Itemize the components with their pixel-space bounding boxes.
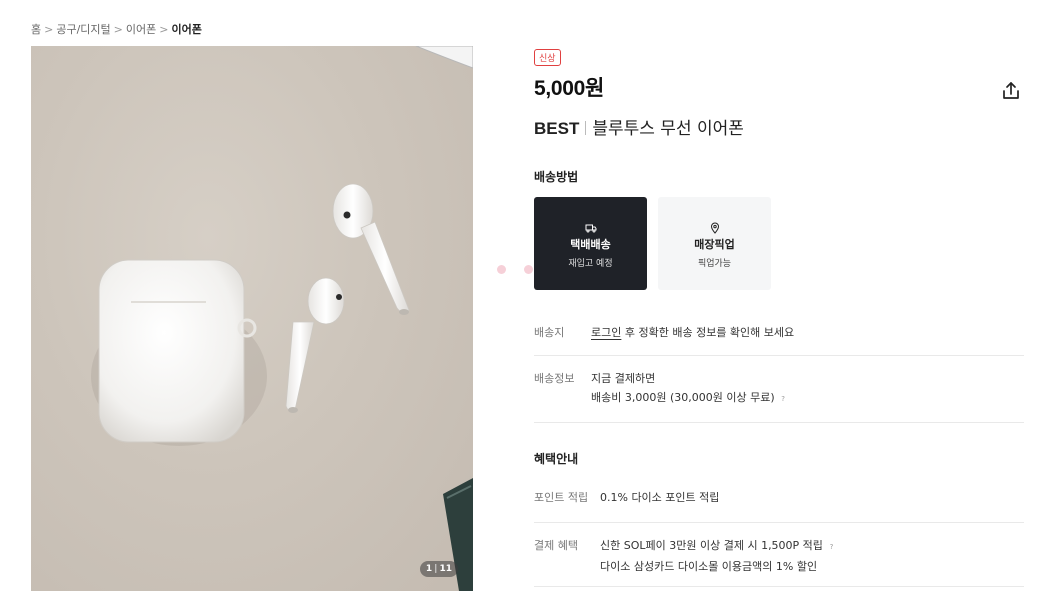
shipping-info-row: 배송정보 지금 결제하면 배송비 3,000원 (30,000원 이상 무료) … (534, 356, 1024, 423)
shipping-info-value: 지금 결제하면 배송비 3,000원 (30,000원 이상 무료) ? (591, 369, 788, 409)
login-link[interactable]: 로그인 (591, 326, 621, 339)
product-info-panel: 신상 5,000원 BEST 블루투스 무선 이어폰 배송방법 택배배송 재입고 … (534, 46, 1024, 587)
benefits-heading: 혜택안내 (534, 452, 579, 466)
image-counter-divider: | (434, 564, 438, 574)
points-label: 포인트 적립 (534, 491, 589, 504)
shipping-method-heading: 배송방법 (534, 170, 579, 184)
breadcrumb-separator: > (159, 23, 169, 36)
breadcrumb-current: 이어폰 (171, 23, 202, 36)
shipping-options: 택배배송 재입고 예정 매장픽업 픽업가능 (534, 197, 1024, 290)
product-photo (91, 46, 473, 591)
location-pin-icon (709, 219, 721, 234)
truck-icon (585, 219, 597, 232)
product-brand: BEST (534, 119, 580, 138)
option-name: 택배배송 (570, 237, 611, 251)
carousel-dot[interactable] (497, 265, 506, 274)
points-row: 포인트 적립 0.1% 다이소 포인트 적립 (534, 488, 1024, 523)
shipping-fee-text: 배송비 3,000원 (30,000원 이상 무료) (591, 391, 775, 404)
shipping-address-row: 배송지 로그인 후 정확한 배송 정보를 확인해 보세요 (534, 323, 1024, 356)
breadcrumb-separator: > (113, 23, 123, 36)
product-image-gallery[interactable]: 1 | 11 (31, 46, 473, 591)
option-store-pickup[interactable]: 매장픽업 픽업가능 (658, 197, 771, 290)
title-divider (585, 121, 587, 135)
payment-benefit-line1: 신한 SOL페이 3만원 이상 결제 시 1,500P 적립 (600, 539, 823, 552)
option-name: 매장픽업 (694, 237, 735, 251)
payment-benefit-value: 신한 SOL페이 3만원 이상 결제 시 1,500P 적립 ? 다이소 삼성카… (600, 536, 836, 576)
shipping-address-value: 로그인 후 정확한 배송 정보를 확인해 보세요 (591, 323, 794, 342)
option-parcel-delivery[interactable]: 택배배송 재입고 예정 (534, 197, 647, 290)
option-status: 픽업가능 (697, 258, 732, 269)
payment-benefit-label: 결제 혜택 (534, 539, 578, 552)
product-name: 블루투스 무선 이어폰 (592, 119, 744, 139)
new-badge: 신상 (534, 49, 561, 66)
payment-help-icon[interactable]: ? (826, 538, 836, 557)
breadcrumb-separator: > (44, 23, 54, 36)
shipping-info-line1: 지금 결제하면 (591, 372, 656, 385)
payment-benefit-row: 결제 혜택 신한 SOL페이 3만원 이상 결제 시 1,500P 적립 ? 다… (534, 523, 1024, 587)
carousel-dot[interactable] (524, 265, 533, 274)
image-counter-total: 11 (439, 564, 452, 574)
product-price: 5,000원 (534, 77, 605, 100)
breadcrumb: 홈 > 공구/디지털 > 이어폰 > 이어폰 (31, 21, 202, 37)
image-counter: 1 | 11 (419, 561, 458, 577)
image-counter-current: 1 (425, 564, 433, 574)
shipping-address-text: 후 정확한 배송 정보를 확인해 보세요 (621, 326, 795, 339)
points-value: 0.1% 다이소 포인트 적립 (600, 491, 720, 504)
breadcrumb-home[interactable]: 홈 (31, 23, 41, 36)
shipping-info-label: 배송정보 (534, 372, 575, 385)
breadcrumb-category[interactable]: 공구/디지털 (56, 23, 110, 36)
option-status: 재입고 예정 (568, 258, 613, 269)
breadcrumb-subcategory[interactable]: 이어폰 (126, 23, 156, 36)
payment-benefit-line2: 다이소 삼성카드 다이소몰 이용금액의 1% 할인 (600, 560, 818, 573)
share-icon[interactable] (1000, 80, 1022, 102)
product-title: BEST 블루투스 무선 이어폰 (534, 114, 1024, 139)
shipping-help-icon[interactable]: ? (778, 390, 788, 409)
shipping-address-label: 배송지 (534, 326, 565, 339)
